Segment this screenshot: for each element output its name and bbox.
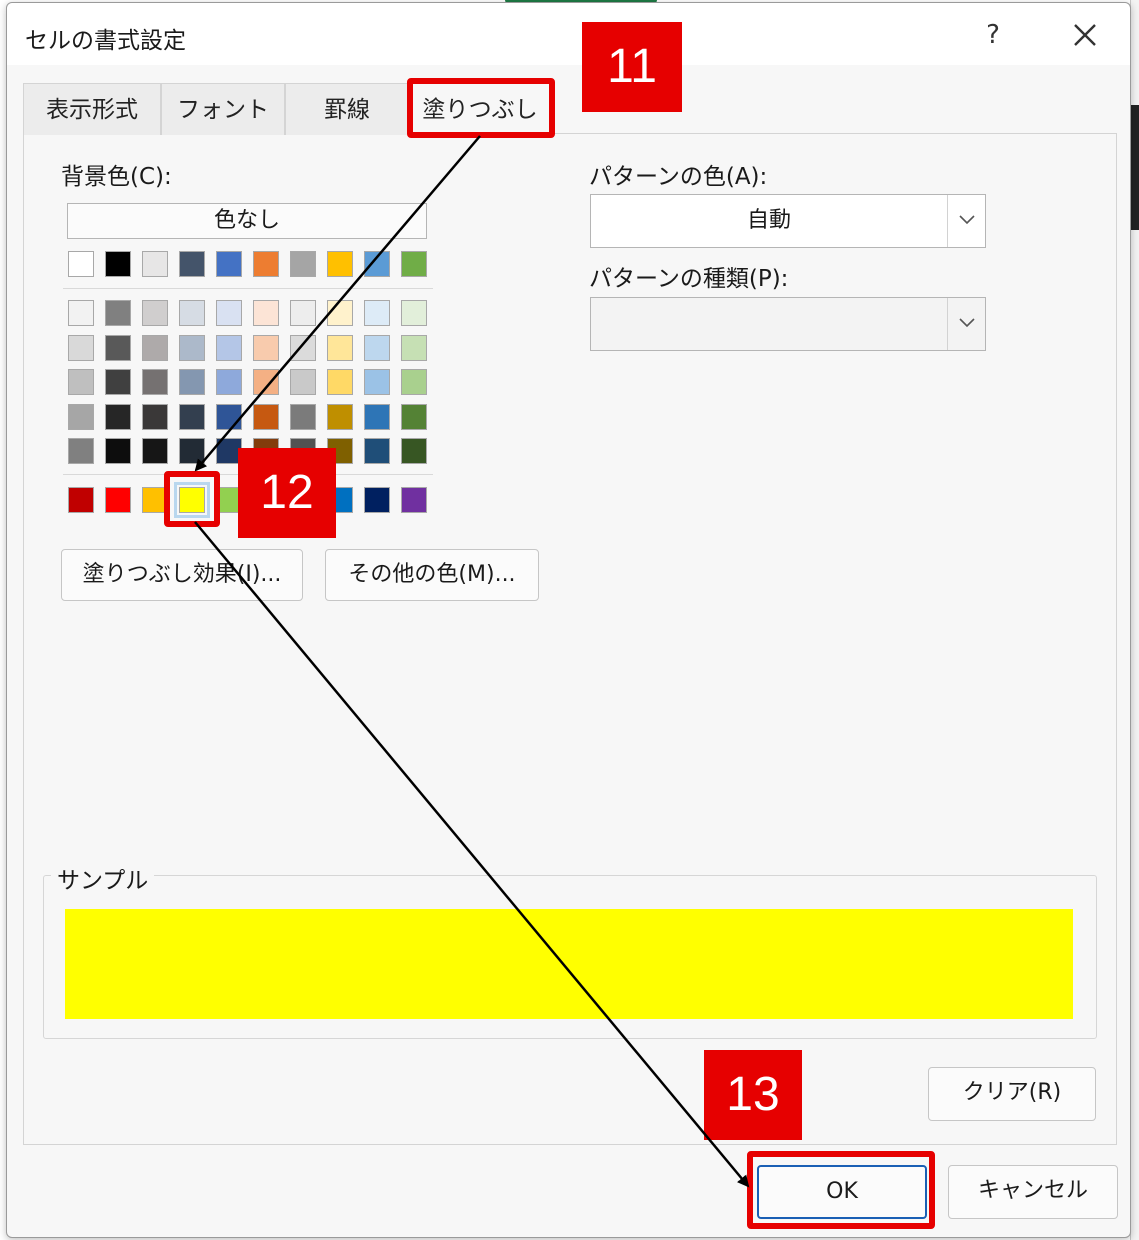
no-color-button[interactable]: 色なし bbox=[67, 203, 427, 239]
tint-color-swatch[interactable] bbox=[327, 369, 353, 395]
dropdown-button[interactable] bbox=[947, 298, 985, 350]
highlight-fill-tab bbox=[407, 78, 555, 138]
tint-color-swatch[interactable] bbox=[327, 300, 353, 326]
step-badge-11: 11 bbox=[582, 22, 682, 112]
tint-color-swatch[interactable] bbox=[290, 300, 316, 326]
tint-color-swatch[interactable] bbox=[401, 300, 427, 326]
background-color-label: 背景色(C): bbox=[61, 164, 172, 190]
theme-color-swatch[interactable] bbox=[105, 251, 131, 277]
tint-color-swatch[interactable] bbox=[179, 334, 205, 361]
tint-color-swatch[interactable] bbox=[253, 369, 279, 395]
tint-color-swatch[interactable] bbox=[179, 369, 205, 395]
tint-color-swatch[interactable] bbox=[68, 438, 94, 464]
tint-color-swatch[interactable] bbox=[105, 438, 131, 464]
tint-color-swatch[interactable] bbox=[68, 403, 94, 430]
tint-color-swatch[interactable] bbox=[364, 403, 390, 430]
standard-color-swatch[interactable] bbox=[364, 487, 390, 513]
pattern-style-value bbox=[591, 298, 947, 350]
tint-color-swatch[interactable] bbox=[253, 403, 279, 430]
cancel-button[interactable]: キャンセル bbox=[948, 1165, 1118, 1219]
tint-color-swatch[interactable] bbox=[327, 334, 353, 361]
tint-color-swatch[interactable] bbox=[142, 369, 168, 395]
theme-color-swatch[interactable] bbox=[364, 251, 390, 277]
tint-color-swatch[interactable] bbox=[290, 403, 316, 430]
tint-color-swatch[interactable] bbox=[179, 438, 205, 464]
tint-color-swatch[interactable] bbox=[142, 403, 168, 430]
tint-color-swatch[interactable] bbox=[253, 300, 279, 326]
tint-color-swatch[interactable] bbox=[105, 334, 131, 361]
pattern-style-label: パターンの種類(P): bbox=[589, 266, 789, 292]
tint-color-swatch[interactable] bbox=[401, 334, 427, 361]
standard-color-swatch[interactable] bbox=[68, 487, 94, 513]
title-bar: セルの書式設定 ? bbox=[7, 3, 1130, 65]
tint-color-swatch[interactable] bbox=[401, 438, 427, 464]
close-icon bbox=[1074, 24, 1096, 46]
theme-color-swatch[interactable] bbox=[327, 251, 353, 277]
theme-color-swatch[interactable] bbox=[401, 251, 427, 277]
clear-button[interactable]: クリア(R) bbox=[928, 1067, 1096, 1121]
tint-color-swatch[interactable] bbox=[68, 369, 94, 395]
standard-color-swatch[interactable] bbox=[105, 487, 131, 513]
tint-color-swatch[interactable] bbox=[68, 300, 94, 326]
tint-color-swatch[interactable] bbox=[179, 403, 205, 430]
tint-color-swatch[interactable] bbox=[364, 300, 390, 326]
tint-color-swatch[interactable] bbox=[105, 369, 131, 395]
dialog-title: セルの書式設定 bbox=[25, 28, 186, 54]
close-button[interactable] bbox=[1063, 15, 1107, 55]
theme-color-swatch[interactable] bbox=[142, 251, 168, 277]
theme-color-swatch[interactable] bbox=[179, 251, 205, 277]
tint-color-swatch[interactable] bbox=[327, 403, 353, 430]
tint-color-swatch[interactable] bbox=[253, 334, 279, 361]
tint-color-swatch[interactable] bbox=[216, 403, 242, 430]
tint-color-swatch[interactable] bbox=[142, 334, 168, 361]
pattern-style-select[interactable] bbox=[590, 297, 986, 351]
help-button[interactable]: ? bbox=[973, 15, 1013, 55]
fill-effects-button[interactable]: 塗りつぶし効果(I)... bbox=[61, 549, 303, 601]
tint-color-swatch[interactable] bbox=[290, 369, 316, 395]
sample-label: サンプル bbox=[51, 861, 155, 895]
tint-color-swatch[interactable] bbox=[401, 369, 427, 395]
tint-color-swatch[interactable] bbox=[364, 369, 390, 395]
tint-color-swatch[interactable] bbox=[179, 300, 205, 326]
chevron-down-icon bbox=[959, 318, 975, 328]
tint-color-swatch[interactable] bbox=[364, 334, 390, 361]
tint-color-swatch[interactable] bbox=[68, 334, 94, 361]
step-badge-13: 13 bbox=[704, 1050, 802, 1140]
tab-border[interactable]: 罫線 bbox=[285, 83, 409, 135]
highlight-ok-button bbox=[747, 1151, 935, 1229]
pattern-color-select[interactable]: 自動 bbox=[590, 194, 986, 248]
theme-color-swatch[interactable] bbox=[216, 251, 242, 277]
chevron-down-icon bbox=[959, 215, 975, 225]
format-cells-dialog: セルの書式設定 ? 表示形式 フォント 罫線 塗りつぶし 背景色(C): 色なし… bbox=[6, 2, 1131, 1238]
pattern-color-label: パターンの色(A): bbox=[589, 164, 768, 190]
tint-color-swatch[interactable] bbox=[216, 369, 242, 395]
tint-color-swatch[interactable] bbox=[401, 403, 427, 430]
tab-number[interactable]: 表示形式 bbox=[23, 83, 161, 135]
tint-color-swatch[interactable] bbox=[216, 334, 242, 361]
palette-divider bbox=[63, 288, 433, 289]
highlight-yellow-swatch bbox=[164, 471, 220, 527]
sample-preview bbox=[65, 909, 1073, 1019]
theme-color-swatch[interactable] bbox=[253, 251, 279, 277]
theme-color-swatch[interactable] bbox=[68, 251, 94, 277]
background-dark-panel bbox=[1131, 105, 1139, 230]
theme-color-swatch[interactable] bbox=[290, 251, 316, 277]
tab-font[interactable]: フォント bbox=[161, 83, 285, 135]
dropdown-button[interactable] bbox=[947, 195, 985, 247]
tint-color-swatch[interactable] bbox=[364, 438, 390, 464]
tint-color-swatch[interactable] bbox=[105, 403, 131, 430]
tint-color-swatch[interactable] bbox=[216, 300, 242, 326]
tint-color-swatch[interactable] bbox=[290, 334, 316, 361]
tint-color-swatch[interactable] bbox=[142, 300, 168, 326]
step-badge-12: 12 bbox=[238, 448, 336, 538]
tint-color-swatch[interactable] bbox=[142, 438, 168, 464]
standard-color-swatch[interactable] bbox=[401, 487, 427, 513]
more-colors-button[interactable]: その他の色(M)... bbox=[325, 549, 539, 601]
tint-color-swatch[interactable] bbox=[105, 300, 131, 326]
pattern-color-value: 自動 bbox=[746, 208, 791, 233]
